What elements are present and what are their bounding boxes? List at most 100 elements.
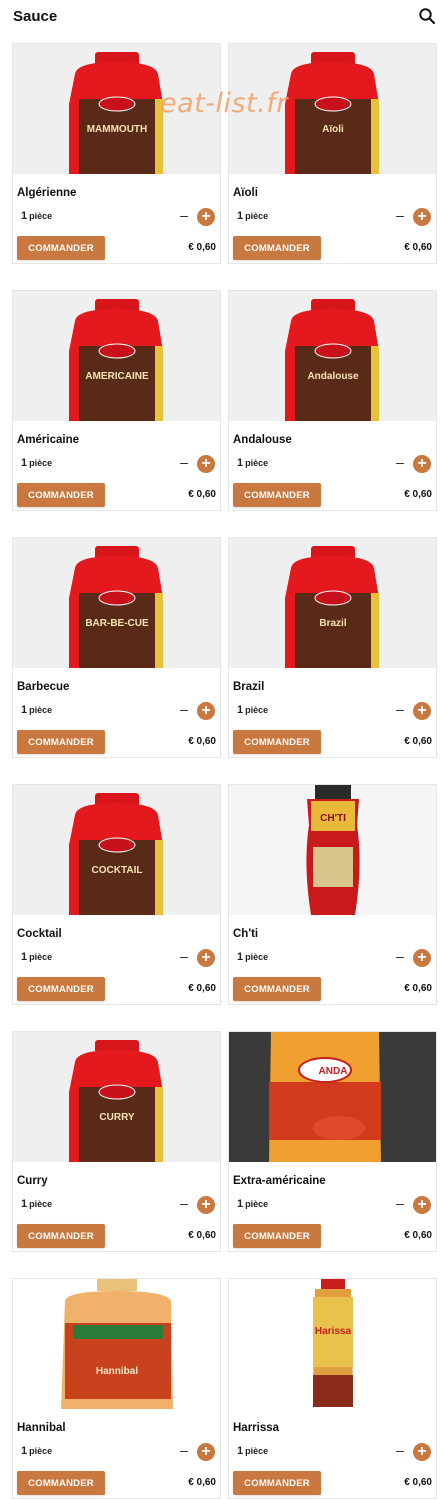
- increase-quantity-button[interactable]: +: [413, 949, 431, 967]
- decrease-quantity-button[interactable]: –: [393, 455, 407, 471]
- quantity-display: 1 pièce: [21, 210, 52, 222]
- product-price: € 0,60: [404, 736, 432, 747]
- quantity-value: 1: [21, 951, 28, 963]
- product-image[interactable]: Aïoli: [229, 44, 436, 174]
- product-image[interactable]: COCKTAIL: [13, 785, 220, 915]
- product-image[interactable]: Harissa: [229, 1279, 436, 1409]
- page-title: Sauce: [13, 8, 58, 25]
- quantity-unit: pièce: [29, 211, 53, 221]
- increase-quantity-button[interactable]: +: [197, 1443, 215, 1461]
- search-icon[interactable]: [418, 7, 438, 27]
- product-price: € 0,60: [188, 242, 216, 253]
- product-card: Harissa Harrissa 1 pièce – + COMMANDER € 0,60: [228, 1278, 437, 1499]
- quantity-value: 1: [21, 457, 28, 469]
- order-button[interactable]: COMMANDER: [233, 483, 321, 507]
- quantity-display: 1 pièce: [237, 457, 268, 469]
- increase-quantity-button[interactable]: +: [413, 208, 431, 226]
- product-image[interactable]: ANDA: [229, 1032, 436, 1162]
- increase-quantity-button[interactable]: +: [413, 702, 431, 720]
- product-card: CURRY Curry 1 pièce – + COMMANDER € 0,60: [12, 1031, 221, 1252]
- product-label-text: MAMMOUTH: [87, 124, 148, 135]
- product-price: € 0,60: [188, 983, 216, 994]
- decrease-quantity-button[interactable]: –: [393, 949, 407, 965]
- decrease-quantity-button[interactable]: –: [177, 1196, 191, 1212]
- order-button[interactable]: COMMANDER: [17, 236, 105, 260]
- quantity-value: 1: [237, 1445, 244, 1457]
- order-button[interactable]: COMMANDER: [233, 977, 321, 1001]
- product-image[interactable]: Brazil: [229, 538, 436, 668]
- product-image[interactable]: BAR-BE-CUE: [13, 538, 220, 668]
- product-price: € 0,60: [404, 242, 432, 253]
- quantity-display: 1 pièce: [237, 704, 268, 716]
- decrease-quantity-button[interactable]: –: [393, 702, 407, 718]
- order-button[interactable]: COMMANDER: [17, 1471, 105, 1495]
- product-name: Barbecue: [17, 681, 70, 693]
- product-image[interactable]: MAMMOUTH: [13, 44, 220, 174]
- increase-quantity-button[interactable]: +: [197, 949, 215, 967]
- product-label-text: Hannibal: [96, 1366, 138, 1377]
- product-price: € 0,60: [404, 1230, 432, 1241]
- product-name: Extra-américaine: [233, 1175, 326, 1187]
- increase-quantity-button[interactable]: +: [413, 1196, 431, 1214]
- product-image[interactable]: AMERICAINE: [13, 291, 220, 421]
- product-name: Algérienne: [17, 187, 77, 199]
- quantity-value: 1: [21, 1445, 28, 1457]
- page-header: Sauce: [0, 0, 445, 34]
- product-image[interactable]: CH'TI: [229, 785, 436, 915]
- increase-quantity-button[interactable]: +: [197, 208, 215, 226]
- product-name: Brazil: [233, 681, 265, 693]
- decrease-quantity-button[interactable]: –: [177, 1443, 191, 1459]
- decrease-quantity-button[interactable]: –: [177, 949, 191, 965]
- product-name: Andalouse: [233, 434, 292, 446]
- order-button[interactable]: COMMANDER: [17, 483, 105, 507]
- decrease-quantity-button[interactable]: –: [393, 208, 407, 224]
- decrease-quantity-button[interactable]: –: [177, 208, 191, 224]
- decrease-quantity-button[interactable]: –: [177, 702, 191, 718]
- product-name: Harrissa: [233, 1422, 280, 1434]
- quantity-value: 1: [21, 1198, 28, 1210]
- order-button[interactable]: COMMANDER: [233, 1471, 321, 1495]
- product-label-text: AMERICAINE: [85, 371, 149, 382]
- decrease-quantity-button[interactable]: –: [393, 1196, 407, 1212]
- increase-quantity-button[interactable]: +: [413, 1443, 431, 1461]
- decrease-quantity-button[interactable]: –: [393, 1443, 407, 1459]
- quantity-display: 1 pièce: [237, 1198, 268, 1210]
- product-label-text: CURRY: [99, 1112, 135, 1123]
- quantity-value: 1: [237, 210, 244, 222]
- order-button[interactable]: COMMANDER: [17, 977, 105, 1001]
- order-button[interactable]: COMMANDER: [233, 236, 321, 260]
- quantity-unit: pièce: [245, 458, 269, 468]
- product-image[interactable]: CURRY: [13, 1032, 220, 1162]
- product-image[interactable]: Hannibal: [13, 1279, 220, 1409]
- product-image[interactable]: Andalouse: [229, 291, 436, 421]
- product-card: ANDA Extra-américaine 1 pièce – + COMMANDER € 0…: [228, 1031, 437, 1252]
- product-card: CH'TI Ch'ti 1 pièce – + COMMANDER € 0,60: [228, 784, 437, 1005]
- increase-quantity-button[interactable]: +: [413, 455, 431, 473]
- increase-quantity-button[interactable]: +: [197, 702, 215, 720]
- product-name: Hannibal: [17, 1422, 66, 1434]
- quantity-display: 1 pièce: [21, 704, 52, 716]
- quantity-display: 1 pièce: [21, 951, 52, 963]
- product-name: Américaine: [17, 434, 80, 446]
- product-label-text: BAR-BE-CUE: [85, 618, 149, 629]
- order-button[interactable]: COMMANDER: [233, 730, 321, 754]
- product-card: AMERICAINE Américaine 1 pièce – + COMMANDER € 0…: [12, 290, 221, 511]
- order-button[interactable]: COMMANDER: [17, 1224, 105, 1248]
- quantity-unit: pièce: [29, 952, 53, 962]
- decrease-quantity-button[interactable]: –: [177, 455, 191, 471]
- product-name: Cocktail: [17, 928, 62, 940]
- product-price: € 0,60: [188, 489, 216, 500]
- increase-quantity-button[interactable]: +: [197, 455, 215, 473]
- quantity-display: 1 pièce: [21, 457, 52, 469]
- product-card: COCKTAIL Cocktail 1 pièce – + COMMANDER € 0,60: [12, 784, 221, 1005]
- order-button[interactable]: COMMANDER: [17, 730, 105, 754]
- quantity-unit: pièce: [245, 1446, 269, 1456]
- quantity-value: 1: [237, 704, 244, 716]
- quantity-display: 1 pièce: [237, 951, 268, 963]
- quantity-display: 1 pièce: [237, 210, 268, 222]
- order-button[interactable]: COMMANDER: [233, 1224, 321, 1248]
- product-price: € 0,60: [188, 1230, 216, 1241]
- increase-quantity-button[interactable]: +: [197, 1196, 215, 1214]
- quantity-unit: pièce: [29, 1446, 53, 1456]
- quantity-value: 1: [21, 704, 28, 716]
